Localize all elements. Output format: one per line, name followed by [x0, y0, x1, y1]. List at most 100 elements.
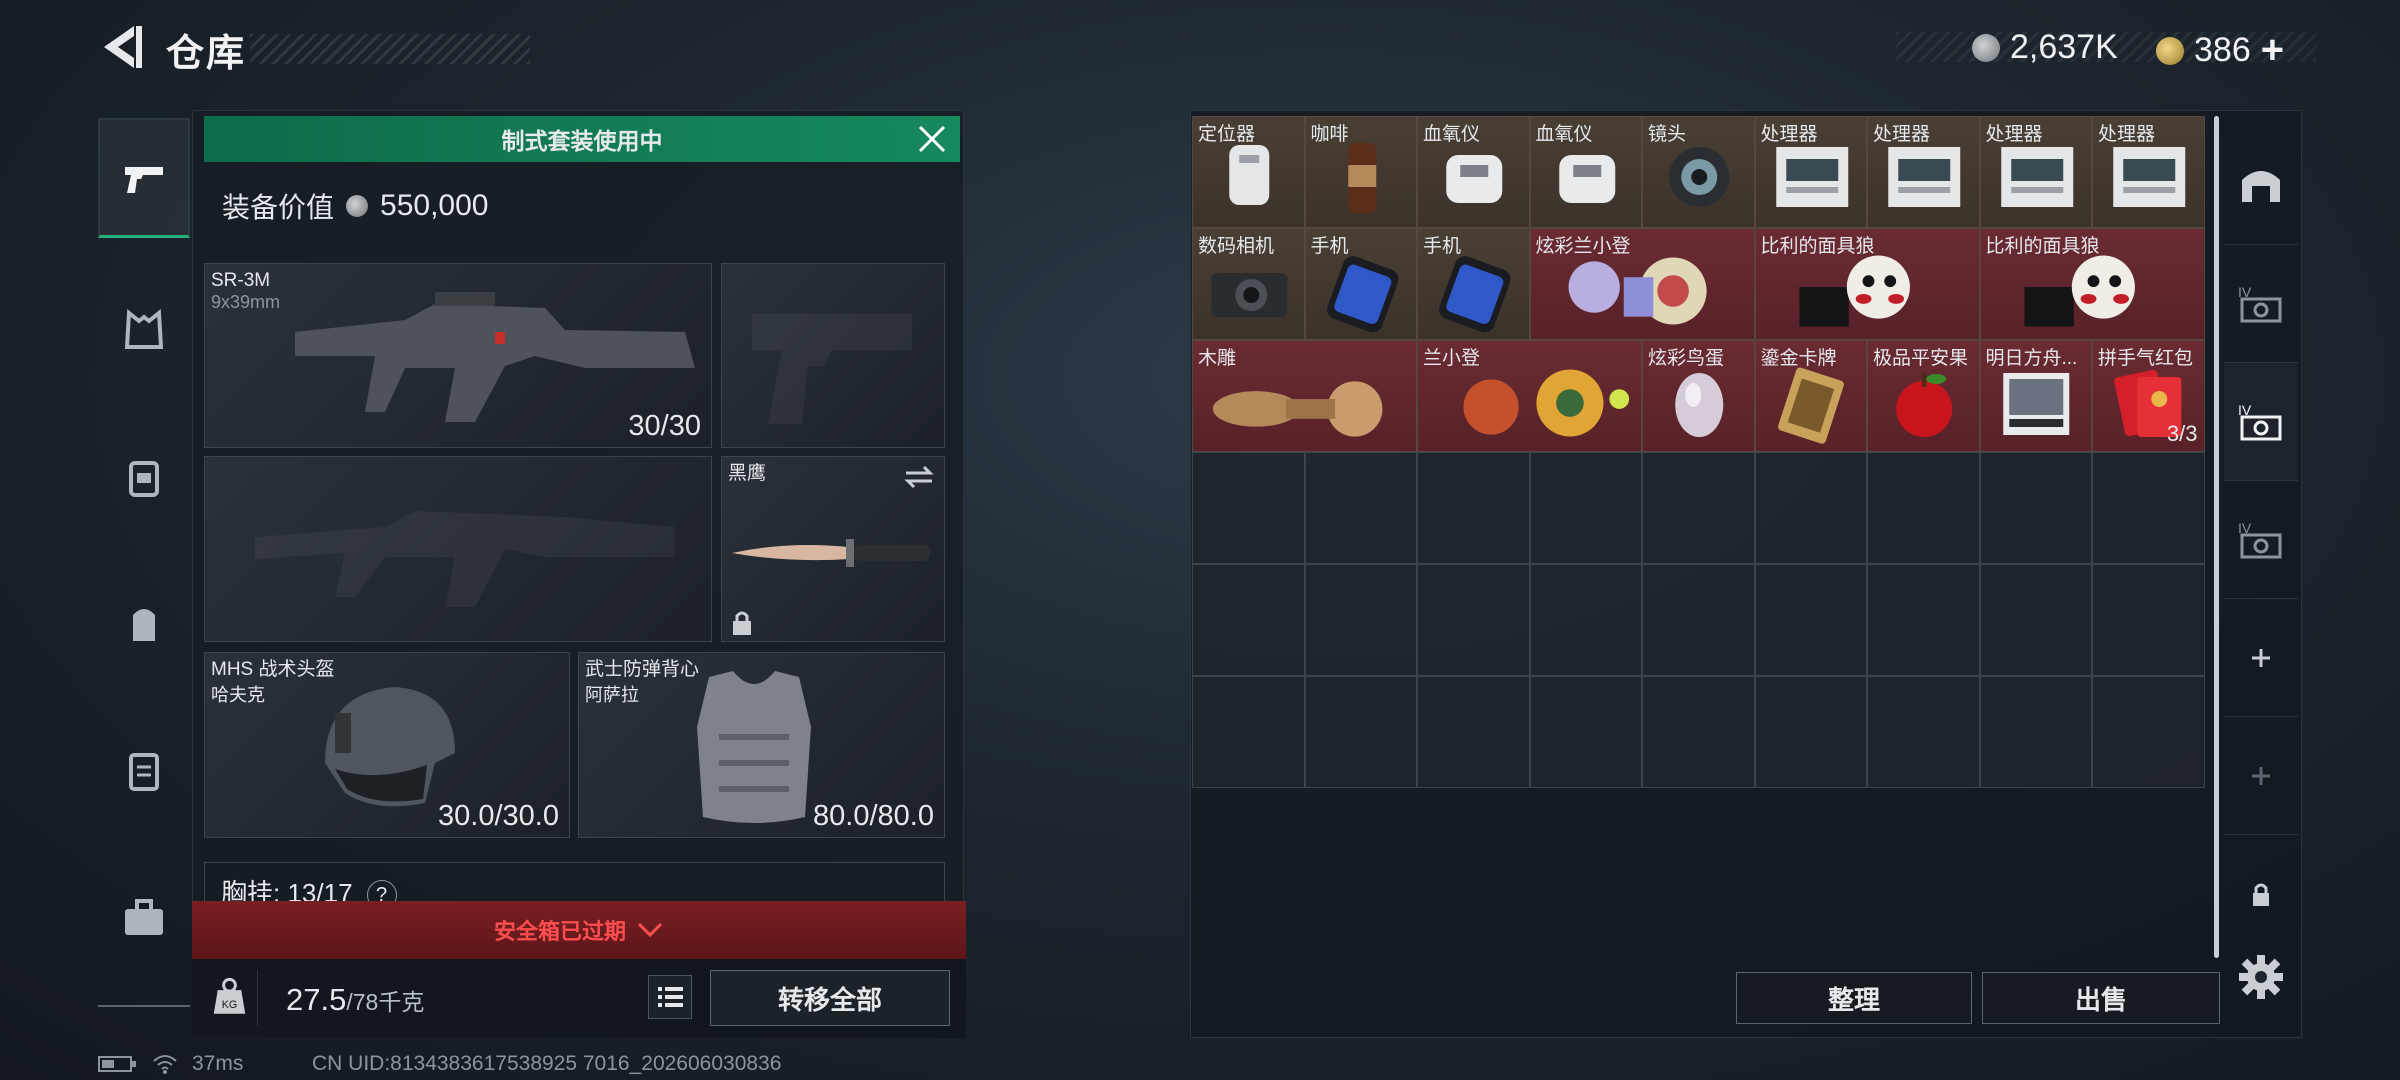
close-icon[interactable] [912, 122, 952, 156]
lens-icon [1669, 147, 1730, 207]
equip-value-label: 装备价值 [222, 192, 335, 223]
stash-item[interactable]: 比利的面具狼 [1754, 228, 1980, 340]
tab-weapons[interactable] [98, 118, 190, 238]
storage-tab-case-4a[interactable]: IV [2224, 244, 2298, 362]
oximeter-icon [1558, 155, 1615, 203]
rig-icon [129, 461, 159, 497]
stash-item[interactable]: 定位器 [1192, 116, 1305, 228]
sort-button[interactable]: 整理 [1736, 972, 1972, 1024]
grid-cell [1979, 564, 2092, 676]
stash-item[interactable]: 极品平安果 [1867, 340, 1980, 452]
gear-icon[interactable] [2236, 952, 2286, 1002]
secondary-weapon-slot[interactable] [204, 456, 712, 642]
equip-value: 装备价值 550,000 [222, 186, 488, 226]
transfer-all-button[interactable]: 转移全部 [710, 970, 950, 1026]
storage-tab-case-4b[interactable]: IV [2224, 362, 2298, 480]
ping-value: 37ms [192, 1052, 244, 1075]
helmet-sub: 哈夫克 [211, 685, 265, 705]
stash-item[interactable]: 处理器 [1867, 116, 1980, 228]
stash-item[interactable]: 比利的面具狼 [1979, 228, 2205, 340]
back-arrow-icon[interactable] [98, 22, 144, 72]
pistol-slot[interactable] [721, 263, 945, 448]
equip-value-amount: 550,000 [380, 189, 489, 222]
grid-cell [2092, 452, 2205, 564]
helmet-slot[interactable]: MHS 战术头盔 哈夫克 30.0/30.0 [204, 652, 570, 838]
vest-name: 武士防弹背心 [585, 659, 700, 680]
stash-item[interactable]: 数码相机 [1192, 228, 1305, 340]
phone-icon [1439, 256, 1511, 333]
safebox-label: 安全箱已过期 [493, 919, 626, 944]
stash-item[interactable]: 手机 [1417, 228, 1530, 340]
stash-item[interactable]: 木雕 [1192, 340, 1417, 452]
sell-button[interactable]: 出售 [1982, 972, 2220, 1024]
title-decoration [250, 34, 530, 64]
tab-rig[interactable] [98, 418, 190, 538]
stash-item[interactable]: 炫彩兰小登 [1529, 228, 1755, 340]
stash-item[interactable]: 血氧仪 [1417, 116, 1530, 228]
primary-weapon-slot[interactable]: SR-3M 9x39mm 30/30 [204, 263, 712, 448]
gold-card-icon [1777, 367, 1844, 444]
stash-item[interactable]: 鎏金卡牌 [1754, 340, 1867, 452]
tab-case[interactable] [98, 858, 190, 978]
stash-item-label: 处理器 [1760, 124, 1818, 145]
stash-item-label: 鎏金卡牌 [1760, 348, 1837, 369]
briefcase-icon [125, 899, 163, 935]
tab-armor[interactable] [98, 270, 190, 390]
stash-item-label: 比利的面具狼 [1985, 236, 2100, 257]
add-storage-button[interactable] [2224, 598, 2298, 716]
backpack-icon [133, 609, 155, 641]
stash-item[interactable]: 镜头 [1642, 116, 1755, 228]
page-title: 仓库 [166, 33, 247, 75]
figure-icon [1463, 369, 1630, 437]
stash-item-label: 明日方舟... [1985, 348, 2078, 369]
knife-image [732, 539, 930, 567]
plus-icon [2252, 766, 2270, 785]
pouch-icon [129, 753, 159, 791]
add-storage-button-2[interactable] [2224, 716, 2298, 834]
list-view-button[interactable] [648, 975, 692, 1019]
chest-rig-bar[interactable]: 胸挂: 13/17? [204, 862, 945, 911]
stash-scrollbar[interactable] [2214, 116, 2219, 958]
tab-pouch[interactable] [98, 712, 190, 832]
stash-item[interactable]: 兰小登 [1417, 340, 1642, 452]
apple-icon [1896, 373, 1953, 437]
weight-readout: 27.5/78千克 [286, 982, 424, 1018]
stash-item-label: 炫彩鸟蛋 [1648, 348, 1725, 369]
stash-item[interactable]: 血氧仪 [1529, 116, 1642, 228]
stash-item[interactable]: 处理器 [2092, 116, 2205, 228]
currency-a: 2,637K [1972, 28, 2118, 67]
stash-item-label: 比利的面具狼 [1760, 236, 1875, 257]
rifle-placeholder-icon [255, 511, 675, 607]
currency-b-value: 386 [2194, 31, 2251, 69]
stash-item-label: 定位器 [1198, 124, 1256, 145]
melee-slot[interactable]: 黑鹰 [721, 456, 945, 642]
safebox-expired-bar[interactable]: 安全箱已过期 [192, 901, 966, 959]
case-level-4-icon: IV [2238, 284, 2282, 322]
colorful-figure-icon [1568, 257, 1707, 325]
stash-item[interactable]: 拼手气红包 3/3 [2092, 340, 2205, 452]
chevron-down-icon [637, 922, 663, 938]
topup-button[interactable]: + [2261, 28, 2284, 73]
storage-tab-home[interactable] [2224, 126, 2298, 244]
stash-item[interactable]: 手机 [1304, 228, 1417, 340]
currency-b: 386 + [2156, 28, 2284, 73]
melee-name: 黑鹰 [728, 463, 767, 484]
stash-item[interactable]: 炫彩鸟蛋 [1642, 340, 1755, 452]
stash-item[interactable]: 咖啡 [1304, 116, 1417, 228]
vest-slot[interactable]: 武士防弹背心 阿萨拉 80.0/80.0 [578, 652, 945, 838]
silver-coin-icon [1972, 33, 2000, 62]
stash-item[interactable]: 处理器 [1754, 116, 1867, 228]
storage-tab-case-4c[interactable]: IV [2224, 480, 2298, 598]
grid-cell [1192, 452, 1305, 564]
processor-icon [1888, 147, 1961, 207]
puppet-mask-icon [1798, 255, 1910, 327]
helmet-durability: 30.0/30.0 [438, 800, 559, 832]
tab-backpack[interactable] [98, 564, 190, 684]
grid-cell [1642, 564, 1755, 676]
stash-item[interactable]: 明日方舟... [1979, 340, 2092, 452]
lock-icon [2253, 883, 2269, 906]
swap-icon[interactable] [902, 463, 936, 491]
locator-icon [1229, 145, 1270, 205]
stash-item[interactable]: 处理器 [1979, 116, 2092, 228]
storage-rail: IV IV IV [2224, 126, 2298, 1006]
